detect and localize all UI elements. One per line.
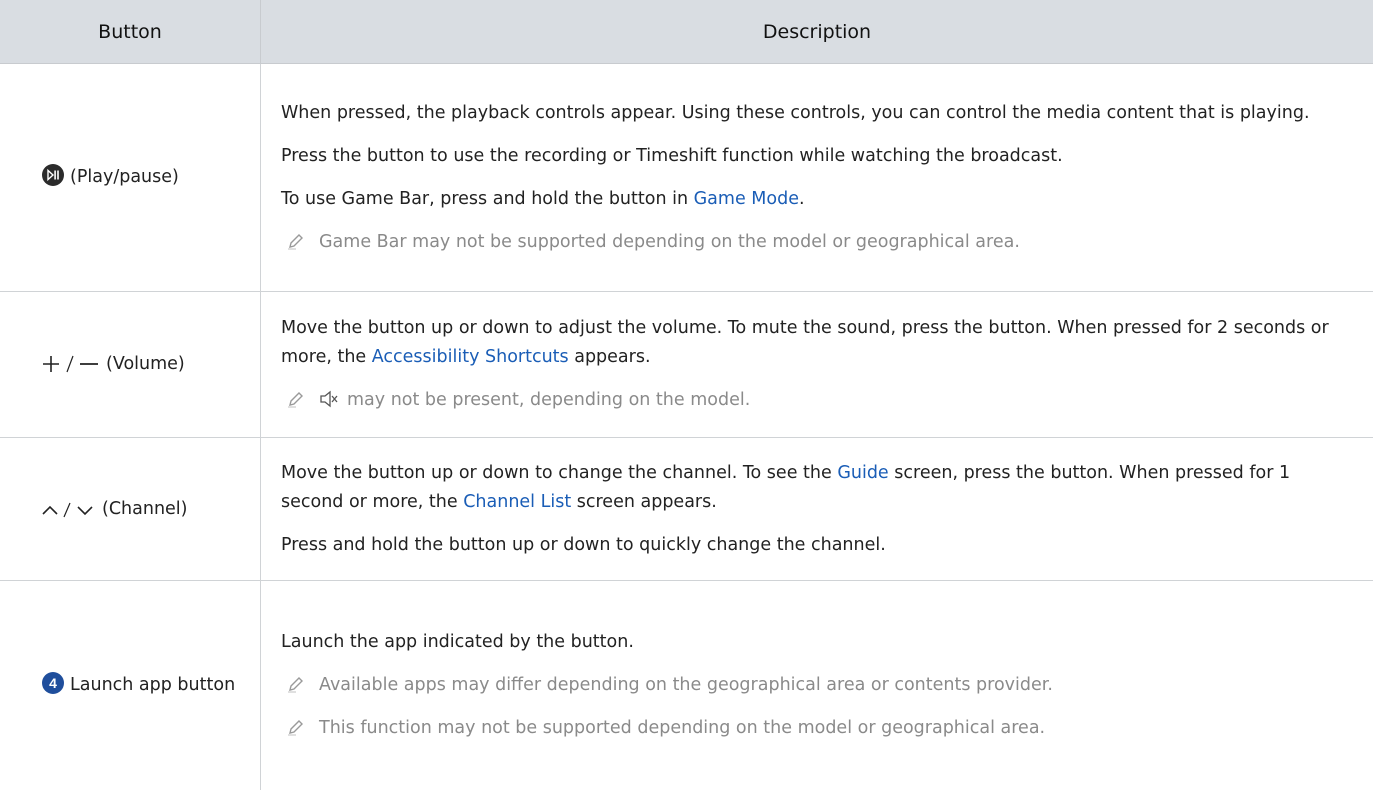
table-row: (Channel) Move the button up or down to … (0, 438, 1373, 581)
guide-link[interactable]: Guide (837, 463, 888, 483)
remote-buttons-table: Button Description (Play/pause) When pre… (0, 0, 1373, 790)
description-cell: Launch the app indicated by the button. … (261, 581, 1373, 790)
column-header-description: Description (261, 0, 1373, 64)
pencil-note-icon (287, 675, 305, 693)
column-header-button: Button (0, 0, 261, 64)
description-paragraph: Move the button up or down to change the… (281, 459, 1337, 517)
button-cell: (Volume) (0, 292, 261, 438)
chevron-up-down-icon (42, 502, 96, 518)
description-paragraph: Move the button up or down to adjust the… (281, 314, 1337, 372)
pencil-note-icon (287, 718, 305, 736)
number-4-badge-icon: 4 (42, 672, 64, 694)
table-row: (Volume) Move the button up or down to a… (0, 292, 1373, 438)
button-label: (Play/pause) (70, 167, 179, 187)
note: This function may not be supported depen… (281, 714, 1337, 743)
play-pause-icon (42, 164, 64, 186)
plus-minus-icon (42, 355, 100, 373)
button-label: (Channel) (102, 499, 188, 519)
pencil-note-icon (287, 232, 305, 250)
note: Game Bar may not be supported depending … (281, 228, 1337, 257)
description-cell: Move the button up or down to change the… (261, 438, 1373, 581)
description-cell: Move the button up or down to adjust the… (261, 292, 1373, 438)
game-mode-link[interactable]: Game Mode (694, 189, 799, 209)
pencil-note-icon (287, 390, 305, 408)
table-row: (Play/pause) When pressed, the playback … (0, 64, 1373, 292)
description-paragraph: Press and hold the button up or down to … (281, 531, 1337, 560)
description-paragraph: When pressed, the playback controls appe… (281, 99, 1337, 128)
table-row: 4 Launch app button Launch the app indic… (0, 581, 1373, 790)
mute-icon (319, 389, 339, 409)
button-label: Launch app button (70, 675, 235, 695)
description-paragraph: Press the button to use the recording or… (281, 142, 1337, 171)
note: Available apps may differ depending on t… (281, 671, 1337, 700)
button-label: (Volume) (106, 354, 185, 374)
svg-text:4: 4 (49, 675, 57, 691)
channel-list-link[interactable]: Channel List (463, 492, 571, 512)
description-paragraph: To use Game Bar, press and hold the butt… (281, 185, 1337, 214)
table-header-row: Button Description (0, 0, 1373, 64)
button-cell: (Channel) (0, 438, 261, 581)
accessibility-shortcuts-link[interactable]: Accessibility Shortcuts (372, 347, 569, 367)
description-paragraph: Launch the app indicated by the button. (281, 628, 1337, 657)
button-cell: 4 Launch app button (0, 581, 261, 790)
description-cell: When pressed, the playback controls appe… (261, 64, 1373, 292)
note: may not be present, depending on the mod… (281, 386, 1337, 415)
button-cell: (Play/pause) (0, 64, 261, 292)
